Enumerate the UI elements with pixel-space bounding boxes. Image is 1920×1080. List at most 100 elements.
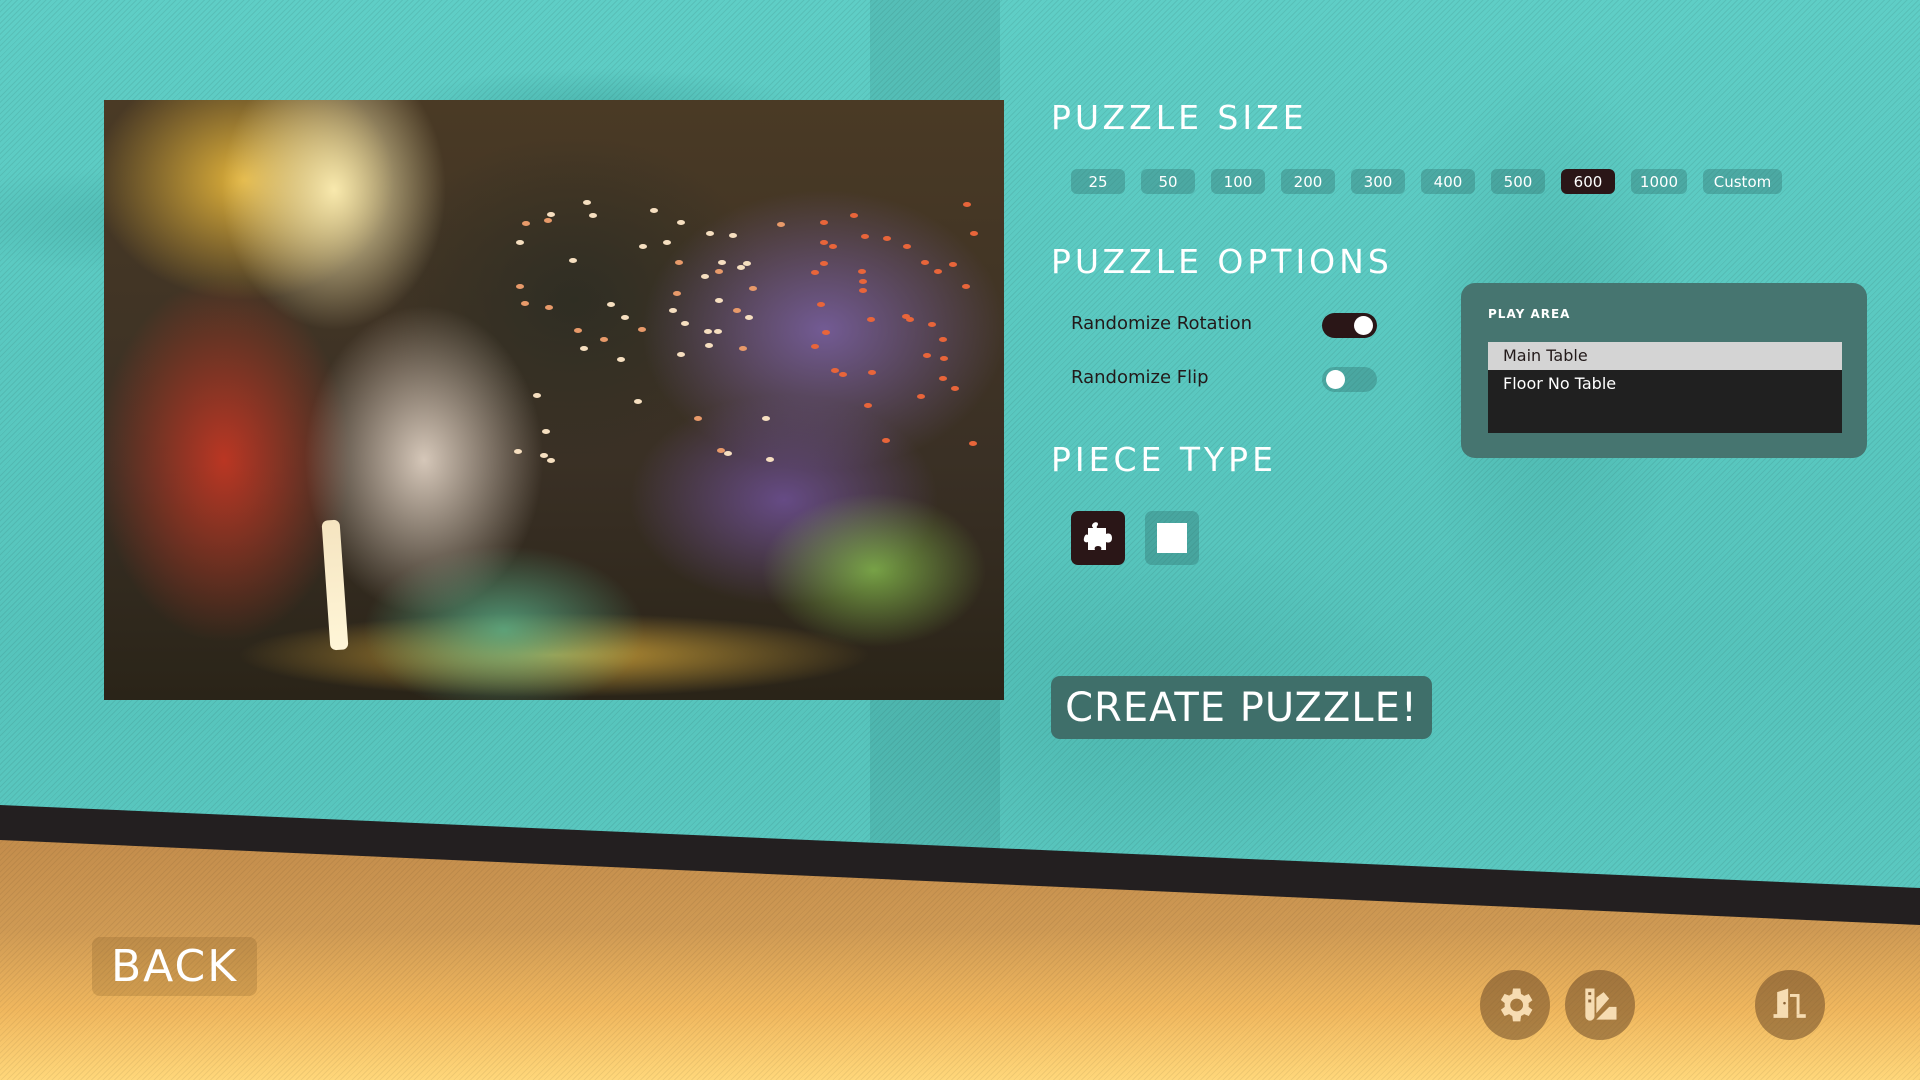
painting-bird xyxy=(638,326,647,332)
play-area-option-main-table[interactable]: Main Table xyxy=(1488,342,1842,370)
painting-bird xyxy=(583,200,591,206)
painting-bird xyxy=(868,369,877,375)
painting-bird xyxy=(676,352,685,358)
painting-bird xyxy=(693,415,702,421)
painting-bird xyxy=(717,260,726,266)
toggle-knob xyxy=(1326,370,1345,389)
painting-bird xyxy=(745,315,754,321)
painting-bird xyxy=(902,243,911,249)
puzzle-size-heading: PUZZLE SIZE xyxy=(1051,98,1308,137)
painting-bird xyxy=(674,259,683,265)
size-option-50[interactable]: 50 xyxy=(1141,169,1195,194)
painting-bird xyxy=(950,386,959,392)
create-puzzle-button[interactable]: CREATE PUZZLE! xyxy=(1051,676,1432,739)
painting-bird xyxy=(541,428,550,434)
painting-bird xyxy=(928,322,937,328)
painting-bird xyxy=(748,285,757,291)
painting-bird xyxy=(514,449,523,455)
painting-bird xyxy=(761,415,770,421)
painting-bird xyxy=(515,284,524,290)
painting-bird xyxy=(714,328,723,334)
painting-bird xyxy=(573,328,582,334)
painting-bird xyxy=(533,392,542,398)
painting-bird xyxy=(838,371,847,377)
piece-type-square-button[interactable] xyxy=(1145,511,1199,565)
painting-bird xyxy=(962,284,971,290)
size-option-600[interactable]: 600 xyxy=(1561,169,1615,194)
painting-bird xyxy=(724,451,733,457)
piece-type-jigsaw-button[interactable] xyxy=(1071,511,1125,565)
painting-bird xyxy=(672,291,681,296)
play-area-title: PLAY AREA xyxy=(1488,307,1571,321)
painting-bird xyxy=(617,356,626,362)
exit-door-icon xyxy=(1773,988,1806,1018)
painting-bird xyxy=(969,231,978,237)
painting-bird xyxy=(858,287,867,293)
palette-icon xyxy=(1585,988,1617,1021)
play-area-option-floor-no-table[interactable]: Floor No Table xyxy=(1488,370,1842,398)
size-option-custom[interactable]: Custom xyxy=(1703,169,1782,194)
painting-bird xyxy=(569,258,578,264)
painting-bird xyxy=(729,232,738,238)
painting-bird xyxy=(579,345,588,351)
painting-bird xyxy=(820,240,829,246)
exit-button[interactable] xyxy=(1755,970,1825,1040)
size-option-500[interactable]: 500 xyxy=(1491,169,1545,194)
painting-bird xyxy=(948,262,957,268)
painting-bird xyxy=(547,212,556,218)
painting-bird xyxy=(714,298,723,304)
piece-type-heading: PIECE TYPE xyxy=(1051,440,1277,479)
painting-bird xyxy=(543,217,552,223)
painting-bird xyxy=(540,452,549,458)
painting-bird xyxy=(857,269,866,275)
size-option-100[interactable]: 100 xyxy=(1211,169,1265,194)
play-area-list[interactable]: Main Table Floor No Table xyxy=(1488,342,1842,433)
toggle-knob xyxy=(1354,316,1373,335)
painting-bird xyxy=(968,440,977,446)
painting-bird xyxy=(963,201,972,207)
painting-bird xyxy=(545,304,554,310)
painting-bird xyxy=(733,307,742,313)
painting-bird xyxy=(521,221,530,227)
painting-bird xyxy=(669,308,678,314)
painting-bird xyxy=(649,207,658,213)
settings-button[interactable] xyxy=(1480,970,1550,1040)
randomize-flip-toggle[interactable] xyxy=(1322,367,1377,392)
size-option-400[interactable]: 400 xyxy=(1421,169,1475,194)
painting-bird xyxy=(859,279,868,285)
painting-bird xyxy=(916,394,925,400)
back-button[interactable]: BACK xyxy=(92,937,257,996)
play-area-panel: PLAY AREA Main Table Floor No Table xyxy=(1461,283,1867,458)
size-option-300[interactable]: 300 xyxy=(1351,169,1405,194)
randomize-flip-label: Randomize Flip xyxy=(1071,367,1209,388)
painting-bird xyxy=(739,345,748,351)
painting-bird xyxy=(921,259,930,265)
painting-bird xyxy=(819,260,828,266)
painting-bird xyxy=(600,337,609,343)
painting-bird xyxy=(621,315,630,321)
painting-bird xyxy=(811,344,820,350)
randomize-rotation-toggle[interactable] xyxy=(1322,313,1377,338)
painting-bird xyxy=(515,240,524,246)
painting-bird xyxy=(765,457,774,463)
painting-tree-trunk xyxy=(321,519,349,651)
painting-bird xyxy=(819,219,828,225)
painting-bird xyxy=(867,317,876,323)
painting-bird xyxy=(881,437,890,443)
painting-bird xyxy=(705,343,714,349)
theme-button[interactable] xyxy=(1565,970,1635,1040)
painting-bird xyxy=(860,234,869,240)
painting-bird xyxy=(681,321,690,327)
painting-bird xyxy=(810,269,819,275)
size-option-25[interactable]: 25 xyxy=(1071,169,1125,194)
painting-bird xyxy=(676,220,685,226)
size-option-200[interactable]: 200 xyxy=(1281,169,1335,194)
painting-bird xyxy=(938,337,947,343)
painting-bird xyxy=(546,457,555,463)
gear-icon xyxy=(1500,988,1533,1022)
painting-bird xyxy=(703,329,712,335)
puzzle-options-heading: PUZZLE OPTIONS xyxy=(1051,242,1393,281)
painting-bird xyxy=(701,273,710,279)
size-option-1000[interactable]: 1000 xyxy=(1631,169,1687,194)
randomize-rotation-label: Randomize Rotation xyxy=(1071,313,1253,334)
